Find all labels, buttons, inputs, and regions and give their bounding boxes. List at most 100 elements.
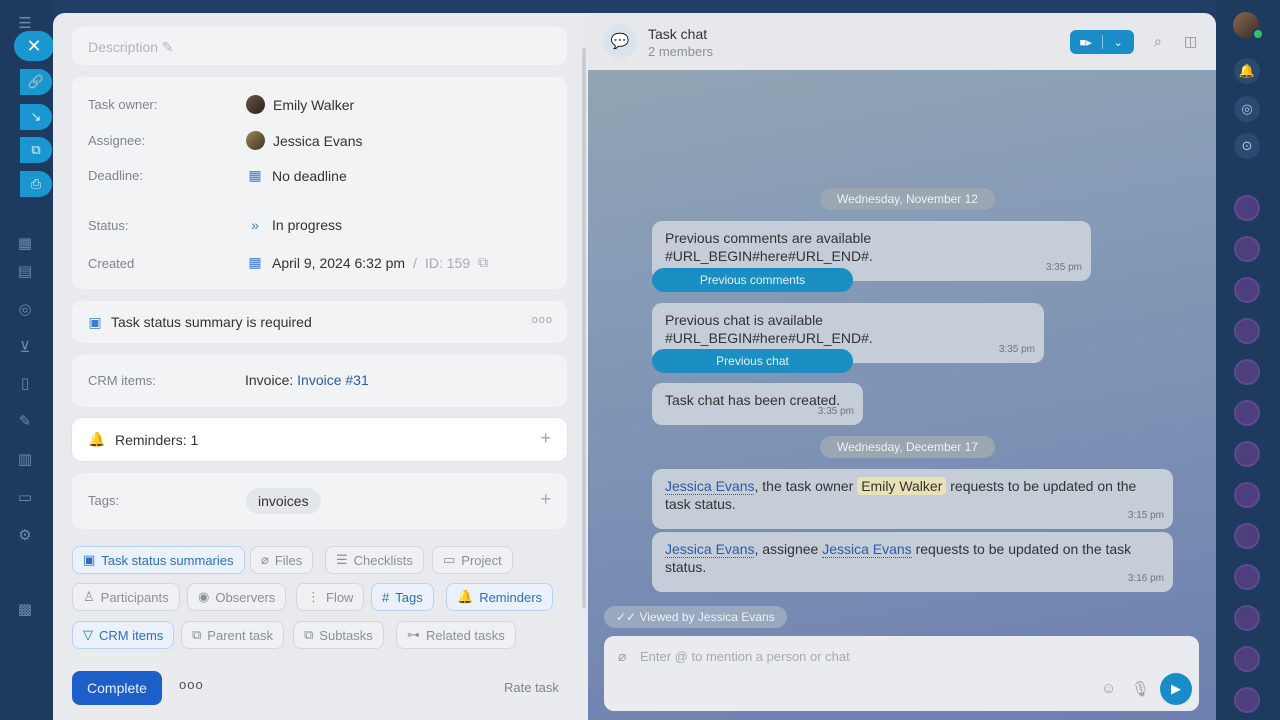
chat-avatar[interactable] xyxy=(1234,564,1260,590)
grid-icon[interactable]: ▩ xyxy=(15,600,35,620)
copilot-icon[interactable]: ◎ xyxy=(1234,96,1260,122)
previous-chat-button[interactable]: Previous chat xyxy=(652,349,853,373)
chip-project[interactable]: ▭ Project xyxy=(432,546,513,574)
rate-task-link[interactable]: Rate task xyxy=(504,680,559,695)
chat-avatar[interactable] xyxy=(1234,523,1260,549)
microphone-icon[interactable]: 🎙 xyxy=(1131,680,1150,698)
status-value[interactable]: » In progress xyxy=(246,217,342,233)
chat-avatar[interactable] xyxy=(1234,277,1260,303)
emoji-icon[interactable]: ☺ xyxy=(1101,680,1116,697)
viewed-status: ✓✓ Viewed by Jessica Evans xyxy=(604,606,787,628)
reminders-card[interactable]: 🔔 Reminders: 1 + xyxy=(72,418,567,461)
chat-header: 💬 Task chat 2 members ■▸ ⌄ ⌕ ◫ xyxy=(588,13,1216,70)
chat-avatar[interactable] xyxy=(1234,482,1260,508)
pen-icon[interactable]: ✎ xyxy=(15,412,35,432)
video-call-button[interactable]: ■▸ ⌄ xyxy=(1070,30,1134,54)
description-field[interactable]: Description ✎ xyxy=(72,27,567,65)
gear-icon[interactable]: ⚙ xyxy=(15,526,35,546)
close-button[interactable]: ✕ xyxy=(14,31,54,61)
complete-button[interactable]: Complete xyxy=(72,671,162,705)
hash-icon: # xyxy=(382,589,390,605)
chat-avatar[interactable] xyxy=(1234,441,1260,467)
status-summary-card[interactable]: ▣ Task status summary is required ooo xyxy=(72,301,567,343)
play-forward-icon: » xyxy=(251,217,259,233)
chat-avatar[interactable] xyxy=(1234,318,1260,344)
paperclip-icon[interactable]: ⌀ xyxy=(618,648,626,665)
chip-files[interactable]: ⌀ Files xyxy=(250,546,314,574)
cart-icon[interactable]: ⊻ xyxy=(15,338,35,358)
briefcase-icon[interactable]: ▤ xyxy=(15,262,35,282)
tags-card: Tags: invoices + xyxy=(72,473,567,529)
tag-chip[interactable]: invoices xyxy=(246,488,321,514)
user-mention[interactable]: Emily Walker xyxy=(857,477,947,495)
open-new-window-button[interactable]: ⧉ xyxy=(20,137,52,163)
message-time: 3:16 pm xyxy=(1127,573,1164,584)
print-button[interactable]: ⎙ xyxy=(20,171,52,197)
target-icon[interactable]: ◎ xyxy=(15,300,35,320)
flow-icon: ⋮ xyxy=(307,589,320,604)
chip-observers[interactable]: ◉ Observers xyxy=(187,583,287,611)
copy-icon[interactable]: ⧉ xyxy=(478,254,488,271)
chat-avatar[interactable] xyxy=(1234,400,1260,426)
calendar-icon[interactable]: ▦ xyxy=(15,234,35,254)
user-link[interactable]: Jessica Evans xyxy=(665,541,755,558)
chip-parent-task[interactable]: ⧉ Parent task xyxy=(181,621,285,649)
chat-avatar[interactable] xyxy=(1234,605,1260,631)
chip-related-tasks[interactable]: ⊶ Related tasks xyxy=(396,621,516,649)
inbox-icon[interactable]: ▭ xyxy=(15,488,35,508)
copy-link-button[interactable]: 🔗 xyxy=(20,69,52,95)
previous-comments-button[interactable]: Previous comments xyxy=(652,268,853,292)
chat-avatar[interactable] xyxy=(1234,687,1260,713)
document-icon[interactable]: ▯ xyxy=(15,374,35,394)
footer-bar: Complete ooo Rate task xyxy=(53,653,588,720)
deadline-value[interactable]: ▦ No deadline xyxy=(246,167,346,184)
chat-avatar[interactable] xyxy=(1234,236,1260,262)
chart-icon[interactable]: ▥ xyxy=(15,450,35,470)
summary-icon: ▣ xyxy=(83,552,96,567)
chip-task-status-summaries[interactable]: ▣ Task status summaries xyxy=(72,546,245,574)
invoice-link[interactable]: Invoice #31 xyxy=(297,372,369,388)
minimize-button[interactable]: ↘ xyxy=(20,104,52,130)
chip-checklists[interactable]: ☰ Checklists xyxy=(325,546,424,574)
chip-subtasks[interactable]: ⧉ Subtasks xyxy=(293,621,384,649)
assignee-value[interactable]: Jessica Evans xyxy=(246,131,362,150)
chip-tags[interactable]: # Tags xyxy=(371,583,434,611)
bell-icon[interactable]: 🔔 xyxy=(1234,58,1260,84)
chip-crm-items[interactable]: ▽ CRM items xyxy=(72,621,175,649)
send-button[interactable]: ▶ xyxy=(1160,673,1192,705)
date-divider: Wednesday, December 17 xyxy=(820,436,995,458)
more-button[interactable]: ooo xyxy=(179,677,204,692)
chat-search-icon[interactable]: ⊙ xyxy=(1234,133,1260,159)
status-label: Status: xyxy=(88,218,129,233)
more-icon[interactable]: ooo xyxy=(532,314,553,326)
arrow-down-right-icon: ↘ xyxy=(30,109,42,124)
summary-icon: ▣ xyxy=(88,314,102,330)
avatar xyxy=(246,95,265,114)
chat-avatar[interactable] xyxy=(1234,195,1260,221)
chat-avatar[interactable] xyxy=(1234,359,1260,385)
message-time: 3:15 pm xyxy=(1127,510,1164,521)
chat-avatar[interactable] xyxy=(1234,646,1260,672)
calendar-icon: ▦ xyxy=(248,167,262,183)
crm-label: CRM items: xyxy=(88,373,156,388)
funnel-icon: ▽ xyxy=(83,627,93,642)
chat-members[interactable]: 2 members xyxy=(648,44,713,59)
chip-participants[interactable]: ♙ Participants xyxy=(72,583,180,611)
user-link[interactable]: Jessica Evans xyxy=(822,541,912,558)
message-input[interactable] xyxy=(640,646,1140,666)
eye-icon: ◉ xyxy=(198,589,210,604)
sidebar-toggle-icon[interactable]: ◫ xyxy=(1184,33,1197,50)
parent-task-icon: ⧉ xyxy=(192,627,202,642)
send-icon: ▶ xyxy=(1171,681,1181,696)
add-reminder-icon[interactable]: + xyxy=(540,428,551,449)
add-tag-icon[interactable]: + xyxy=(540,489,551,510)
owner-value[interactable]: Emily Walker xyxy=(246,95,354,114)
chip-flow[interactable]: ⋮ Flow xyxy=(296,583,365,611)
folder-icon: ▭ xyxy=(443,552,456,567)
user-link[interactable]: Jessica Evans xyxy=(665,478,755,495)
chip-reminders[interactable]: 🔔 Reminders xyxy=(446,583,554,611)
scrollbar[interactable] xyxy=(582,48,586,608)
reminders-label: Reminders: 1 xyxy=(115,432,199,448)
crm-value: Invoice: Invoice #31 xyxy=(245,372,369,388)
search-icon[interactable]: ⌕ xyxy=(1154,33,1162,50)
